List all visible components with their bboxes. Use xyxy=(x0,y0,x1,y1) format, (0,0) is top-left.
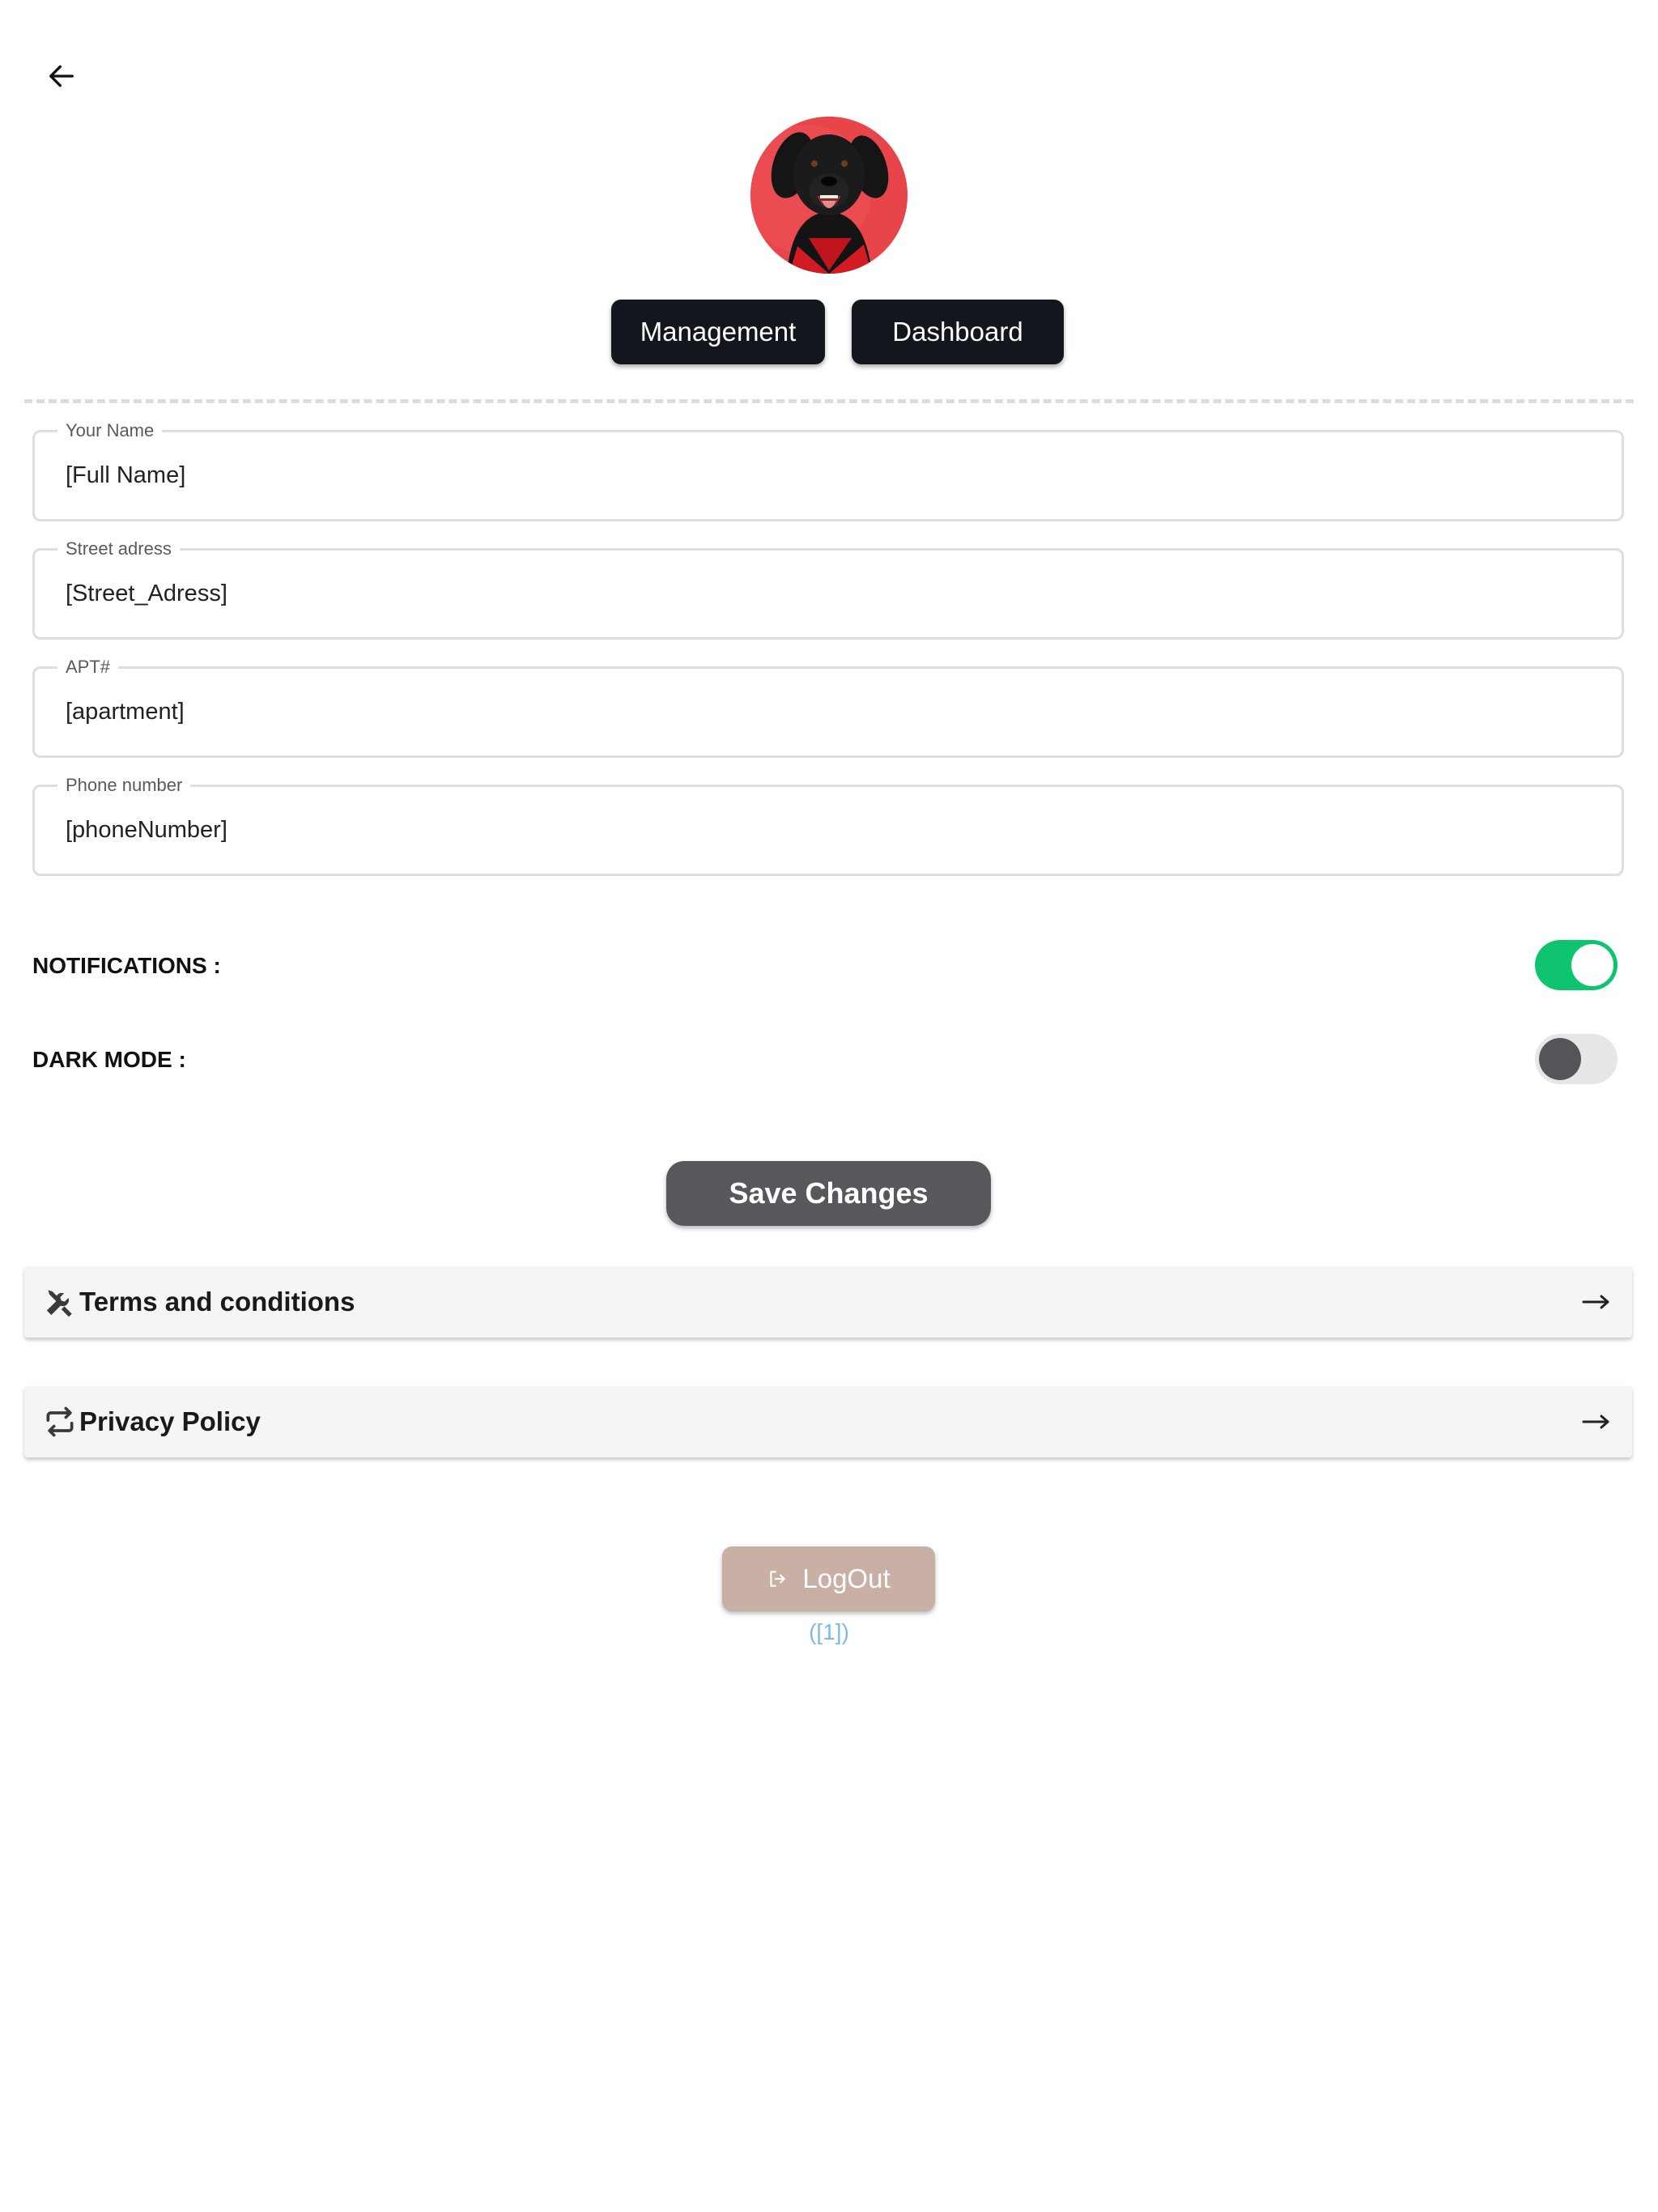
street-address-field: Street adress xyxy=(32,539,1624,640)
arrow-right-icon xyxy=(1582,1295,1609,1309)
notifications-label: NOTIFICATIONS : xyxy=(32,953,221,978)
repeat-icon xyxy=(46,1406,74,1437)
back-button[interactable] xyxy=(39,53,84,99)
apartment-input[interactable] xyxy=(66,669,1588,755)
terms-and-conditions-row[interactable]: Terms and conditions xyxy=(24,1266,1632,1338)
management-button[interactable]: Management xyxy=(611,300,825,364)
dog-avatar-image xyxy=(750,117,908,274)
phone-number-input[interactable] xyxy=(66,787,1588,874)
management-button-label: Management xyxy=(640,317,797,347)
dark-mode-label: DARK MODE : xyxy=(32,1047,186,1072)
arrow-left-icon xyxy=(49,65,74,87)
toggle-knob xyxy=(1571,944,1613,986)
logout-icon xyxy=(770,1571,786,1587)
dark-mode-toggle[interactable] xyxy=(1535,1034,1618,1084)
avatar[interactable] xyxy=(750,117,908,274)
dashboard-button[interactable]: Dashboard xyxy=(852,300,1064,364)
notifications-toggle[interactable] xyxy=(1535,940,1618,990)
name-input[interactable] xyxy=(66,432,1588,519)
logout-button[interactable]: LogOut xyxy=(722,1546,935,1611)
name-field: Your Name xyxy=(32,421,1624,521)
profile-settings-page: Management Dashboard Your Name Street ad… xyxy=(0,0,1658,2212)
dashed-divider xyxy=(24,399,1634,403)
version-text: ([1]) xyxy=(809,1619,849,1644)
tools-icon xyxy=(46,1290,72,1317)
save-changes-label: Save Changes xyxy=(729,1176,929,1210)
phone-number-field: Phone number xyxy=(32,776,1624,876)
apartment-field: APT# xyxy=(32,657,1624,758)
privacy-policy-label: Privacy Policy xyxy=(79,1406,261,1436)
terms-and-conditions-label: Terms and conditions xyxy=(79,1287,355,1317)
arrow-right-icon xyxy=(1582,1414,1609,1429)
dashboard-button-label: Dashboard xyxy=(892,317,1023,347)
privacy-policy-row[interactable]: Privacy Policy xyxy=(24,1386,1632,1457)
save-changes-button[interactable]: Save Changes xyxy=(666,1161,991,1226)
toggle-knob xyxy=(1539,1038,1581,1080)
logout-label: LogOut xyxy=(802,1563,891,1593)
street-address-input[interactable] xyxy=(66,551,1588,637)
